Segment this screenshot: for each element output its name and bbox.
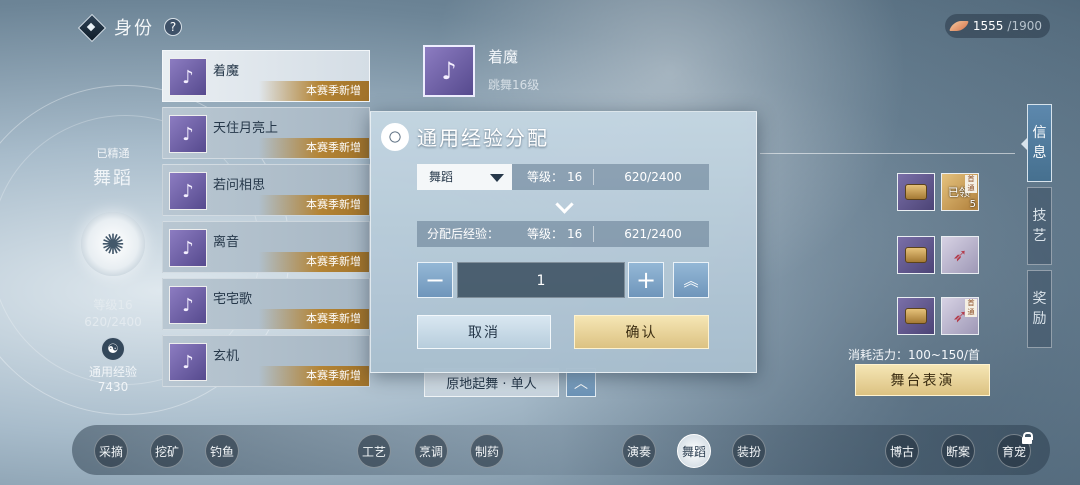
back-diamond-icon[interactable] xyxy=(78,14,104,40)
song-book-icon: ♪ xyxy=(169,172,207,210)
song-name: 玄机 xyxy=(213,349,240,364)
after-level-label: 等级： xyxy=(527,227,564,241)
new-season-badge: 本赛季新增 xyxy=(259,309,369,329)
row-separator xyxy=(593,226,594,242)
song-name: 离音 xyxy=(213,235,240,250)
chevron-down-icon xyxy=(557,198,571,212)
confirm-button[interactable]: 确认 xyxy=(574,315,709,349)
dropdown-triangle-icon xyxy=(490,174,504,182)
after-exp-row: 分配后经验： 等级： 16 621/2400 xyxy=(417,221,709,247)
tab-rewards[interactable]: 奖励 xyxy=(1027,270,1052,348)
vitality-cost-text: 消耗活力：100~150/首 xyxy=(848,348,980,362)
increase-button[interactable]: + xyxy=(628,262,664,298)
level-label: 等级： xyxy=(527,170,564,184)
skill-exp: 620/2400 xyxy=(84,315,142,329)
row-separator xyxy=(593,169,594,185)
nav-medicine[interactable]: 制药 xyxy=(470,434,504,468)
reward-chest-icon[interactable] xyxy=(897,236,935,274)
detail-song-book-icon: ♪ xyxy=(423,45,475,97)
new-season-badge: 本赛季新增 xyxy=(259,195,369,215)
song-name: 天住月亮上 xyxy=(213,121,279,136)
help-icon[interactable]: ? xyxy=(164,18,182,36)
after-allocation-label: 分配后经验： xyxy=(427,227,500,241)
lock-icon xyxy=(1022,432,1033,444)
nav-dressup[interactable]: 装扮 xyxy=(732,434,766,468)
song-item[interactable]: ♪ 离音 本赛季新增 xyxy=(162,221,370,273)
general-exp-label: 通用经验 xyxy=(88,365,137,379)
reward-count: 5 xyxy=(969,199,976,210)
new-season-badge: 本赛季新增 xyxy=(259,366,369,386)
exp-allocation-dialog: 通用经验分配 舞蹈 等级： 16 620/2400 分配后经验： 等级： 16 … xyxy=(370,111,757,373)
mastered-label: 已精通 xyxy=(96,147,130,160)
skill-level: 等级16 xyxy=(93,298,133,312)
song-item[interactable]: ♪ 着魔 本赛季新增 xyxy=(162,50,370,102)
dialog-title: 通用经验分配 xyxy=(417,126,549,150)
reward-chest-icon[interactable] xyxy=(897,173,935,211)
nav-detective[interactable]: 断案 xyxy=(941,434,975,468)
song-book-icon: ♪ xyxy=(169,286,207,324)
song-name: 若问相思 xyxy=(213,178,266,193)
tab-info[interactable]: 信息 xyxy=(1027,104,1052,182)
song-item[interactable]: ♪ 若问相思 本赛季新增 xyxy=(162,164,370,216)
first-clear-tag: 首通 xyxy=(965,175,977,193)
decrease-button[interactable]: − xyxy=(417,262,453,298)
song-book-icon: ♪ xyxy=(169,58,207,96)
cancel-button[interactable]: 取消 xyxy=(417,315,551,349)
first-clear-tag: 首通 xyxy=(965,299,977,317)
tab-skills[interactable]: 技艺 xyxy=(1027,187,1052,265)
vitality-counter: 1555 /1900 xyxy=(944,14,1050,38)
nav-gathering[interactable]: 采摘 xyxy=(94,434,128,468)
nav-cooking[interactable]: 烹调 xyxy=(414,434,448,468)
song-name: 宅宅歌 xyxy=(213,292,253,307)
reward-chest-icon[interactable] xyxy=(897,297,935,335)
detail-song-name: 着魔 xyxy=(488,48,519,66)
song-book-icon: ♪ xyxy=(169,115,207,153)
general-exp-icon[interactable]: ☯ xyxy=(101,337,125,361)
pinwheel-icon xyxy=(381,122,409,151)
nav-dance[interactable]: 舞蹈 xyxy=(677,434,711,468)
current-exp-value: 620/2400 xyxy=(624,170,682,184)
skill-dropdown-value: 舞蹈 xyxy=(429,170,454,184)
new-season-badge: 本赛季新增 xyxy=(259,252,369,272)
level-value: 16 xyxy=(567,170,583,184)
new-season-badge: 本赛季新增 xyxy=(259,138,369,158)
detail-song-level: 跳舞16级 xyxy=(488,78,540,92)
song-book-icon: ♪ xyxy=(169,229,207,267)
reward-feather-icon[interactable]: ➶ 首通 xyxy=(941,297,979,335)
dialog-header: 通用经验分配 xyxy=(381,122,549,151)
skill-profile: 已精通 舞蹈 ✺ 等级16 620/2400 ☯ 通用经验 7430 xyxy=(68,145,158,394)
after-level-value: 16 xyxy=(567,227,583,241)
song-name: 着魔 xyxy=(213,64,240,79)
reward-feather-icon[interactable]: ➶ xyxy=(941,236,979,274)
nav-crafting[interactable]: 工艺 xyxy=(357,434,391,468)
song-book-icon: ♪ xyxy=(169,343,207,381)
skill-dropdown[interactable]: 舞蹈 xyxy=(417,164,512,190)
song-item[interactable]: ♪ 天住月亮上 本赛季新增 xyxy=(162,107,370,159)
nav-music[interactable]: 演奏 xyxy=(622,434,656,468)
stage-perform-button[interactable]: 舞台表演 xyxy=(855,364,990,396)
skill-name: 舞蹈 xyxy=(93,168,133,189)
vitality-max: /1900 xyxy=(1007,19,1042,33)
header: 身份 ? xyxy=(78,12,182,42)
vitality-bird-icon xyxy=(951,19,969,33)
new-season-badge: 本赛季新增 xyxy=(259,81,369,101)
song-item[interactable]: ♪ 宅宅歌 本赛季新增 xyxy=(162,278,370,330)
nav-mining[interactable]: 挖矿 xyxy=(150,434,184,468)
song-item[interactable]: ♪ 玄机 本赛季新增 xyxy=(162,335,370,387)
amount-input[interactable]: 1 xyxy=(457,262,625,298)
current-exp-row: 舞蹈 等级： 16 620/2400 xyxy=(417,164,709,190)
reward-item-icon[interactable]: 已领 首通 5 xyxy=(941,173,979,211)
vitality-current: 1555 xyxy=(972,19,1004,33)
detail-divider xyxy=(760,153,1015,154)
song-list: ♪ 着魔 本赛季新增 ♪ 天住月亮上 本赛季新增 ♪ 若问相思 本赛季新增 ♪ … xyxy=(162,50,370,392)
max-double-chevron-icon[interactable]: ︽ xyxy=(673,262,709,298)
nav-antiques[interactable]: 博古 xyxy=(885,434,919,468)
nav-fishing[interactable]: 钓鱼 xyxy=(205,434,239,468)
after-exp-value: 621/2400 xyxy=(624,227,682,241)
page-title: 身份 xyxy=(114,18,154,39)
dance-emblem-icon: ✺ xyxy=(81,212,145,276)
general-exp-value: 7430 xyxy=(97,380,129,394)
